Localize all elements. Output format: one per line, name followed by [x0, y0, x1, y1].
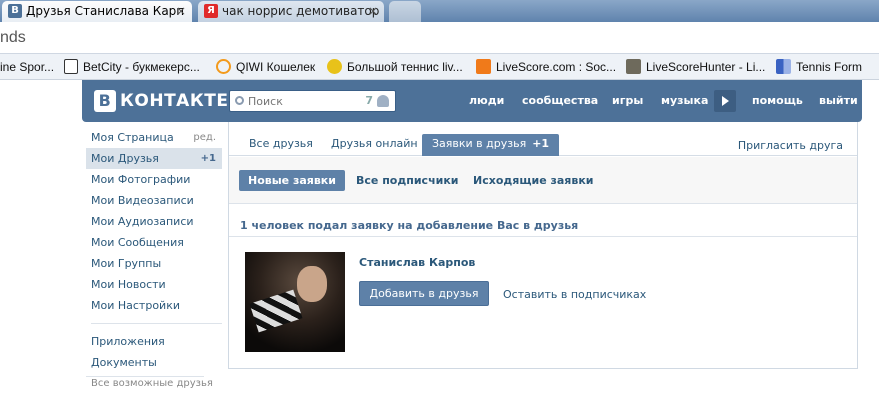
browser-tab-yandex[interactable]: Я чак норрис демотиватор × — [198, 1, 384, 22]
sidebar-item-apps[interactable]: Приложения — [86, 331, 222, 352]
browser-tab-vk[interactable]: B Друзья Станислава Карп × — [2, 1, 192, 22]
edit-link[interactable]: ред. — [193, 127, 216, 148]
betcity-icon — [64, 59, 78, 74]
add-friend-button[interactable]: Добавить в друзья — [359, 281, 489, 306]
new-tab-button[interactable] — [389, 1, 421, 22]
sidebar-item-label: Мои Настройки — [91, 299, 180, 312]
bookmark-label: Большой теннис liv... — [347, 60, 463, 74]
bookmark-label: BetCity - букмекерс... — [83, 60, 200, 74]
nav-music[interactable]: музыка — [661, 94, 708, 107]
vk-header: ВКОНТАКТЕ 7 люди сообщества игры музыка … — [82, 80, 862, 122]
sidebar-item-documents[interactable]: Документы — [86, 352, 222, 373]
bookmark-label: QIWI Кошелек — [236, 60, 316, 74]
close-tab-icon[interactable]: × — [368, 1, 378, 21]
possible-friends-link[interactable]: Все возможные друзья — [91, 378, 213, 389]
vk-logo-icon: В — [94, 90, 116, 112]
bookmark-item[interactable]: LiveScore.com : Soc... — [476, 59, 616, 75]
subtab-new-requests[interactable]: Новые заявки — [239, 170, 345, 191]
user-icon[interactable] — [377, 95, 389, 107]
requests-summary: 1 человек подал заявку на добавление Вас… — [240, 219, 579, 232]
sidebar-item-label: Документы — [91, 356, 157, 369]
bookmark-label: ine Spor... — [0, 60, 55, 74]
sidebar-item-my-audio[interactable]: Мои Аудиозаписи — [86, 211, 222, 232]
search-icon — [235, 96, 244, 105]
bookmark-item[interactable]: QIWI Кошелек — [216, 59, 315, 75]
close-tab-icon[interactable]: × — [176, 1, 186, 21]
subtab-all-followers[interactable]: Все подписчики — [347, 170, 468, 191]
sidebar-item-my-news[interactable]: Мои Новости — [86, 274, 222, 295]
sidebar-item-my-photos[interactable]: Мои Фотографии — [86, 169, 222, 190]
friends-panel: Все друзья Друзья онлайн Заявки в друзья… — [228, 122, 858, 369]
nav-help[interactable]: помощь — [752, 94, 803, 107]
bookmark-label: Tennis Form — [796, 60, 863, 74]
tab-friends-online[interactable]: Друзья онлайн — [321, 134, 428, 156]
tennis-ball-icon — [327, 59, 342, 74]
vk-logo-text: КОНТАКТЕ — [120, 91, 229, 111]
keep-follower-link[interactable]: Оставить в подписчиках — [503, 288, 646, 301]
address-text: nds — [0, 29, 26, 46]
vk-logo[interactable]: В КОНТАКТЕ — [94, 90, 228, 112]
bookmark-label: LiveScoreHunter - Li... — [646, 60, 766, 74]
bookmark-item[interactable]: LiveScoreHunter - Li... — [626, 59, 765, 75]
sidebar-item-label: Мои Друзья — [91, 152, 159, 165]
sidebar-item-label: Мои Сообщения — [91, 236, 184, 249]
face-shape — [297, 266, 327, 302]
livescore-icon — [476, 59, 491, 74]
bookmarks-bar: ine Spor... BetCity - букмекерс... QIWI … — [0, 54, 879, 80]
yandex-favicon-icon: Я — [204, 4, 218, 18]
qiwi-icon — [216, 59, 231, 74]
request-subtabs: Новые заявки Все подписчики Исходящие за… — [229, 157, 857, 204]
tennisform-icon — [776, 59, 791, 74]
nav-communities[interactable]: сообщества — [522, 94, 598, 107]
subtab-outgoing-requests[interactable]: Исходящие заявки — [464, 170, 603, 191]
bookmark-item[interactable]: Tennis Form — [776, 59, 862, 75]
sidebar-item-my-messages[interactable]: Мои Сообщения — [86, 232, 222, 253]
tab-label: Заявки в друзья — [432, 137, 527, 150]
sidebar-item-label: Приложения — [91, 335, 165, 348]
sidebar-menu: Моя Страница ред. Мои Друзья +1 Мои Фото… — [86, 127, 222, 373]
sidebar-divider — [91, 323, 222, 324]
search-box[interactable]: 7 — [229, 90, 396, 112]
sidebar-item-my-videos[interactable]: Мои Видеозаписи — [86, 190, 222, 211]
sidebar-divider — [86, 376, 204, 377]
play-icon[interactable] — [714, 90, 736, 112]
sidebar-item-my-friends[interactable]: Мои Друзья +1 — [86, 148, 222, 169]
sidebar-item-label: Мои Видеозаписи — [91, 194, 194, 207]
bookmark-item[interactable]: Большой теннис liv... — [327, 59, 463, 75]
clapperboard-icon — [249, 289, 303, 333]
tab-friend-requests[interactable]: Заявки в друзья +1 — [422, 134, 560, 156]
tab-all-friends[interactable]: Все друзья — [239, 134, 323, 156]
sidebar-item-label: Мои Новости — [91, 278, 166, 291]
requester-name[interactable]: Станислав Карпов — [359, 256, 475, 269]
sidebar-item-label: Моя Страница — [91, 131, 174, 144]
search-input[interactable] — [248, 93, 358, 109]
browser-tab-title: Друзья Станислава Карп — [26, 4, 185, 18]
sidebar-item-label: Мои Фотографии — [91, 173, 191, 186]
bookmark-label: LiveScore.com : Soc... — [496, 60, 617, 74]
summary-divider — [229, 236, 857, 237]
browser-tab-title: чак норрис демотиватор — [222, 4, 380, 18]
browser-tab-bar: B Друзья Станислава Карп × Я чак норрис … — [0, 0, 879, 22]
bookmark-item[interactable]: ine Spor... — [0, 59, 54, 75]
invite-friend-link[interactable]: Пригласить друга — [738, 139, 843, 152]
bookmark-item[interactable]: BetCity - букмекерс... — [64, 59, 200, 75]
livescorehunter-icon — [626, 59, 641, 74]
sidebar-item-label: Мои Аудиозаписи — [91, 215, 194, 228]
requests-badge: +1 — [532, 137, 550, 150]
nav-people[interactable]: люди — [469, 94, 504, 107]
sidebar-item-my-page[interactable]: Моя Страница ред. — [86, 127, 222, 148]
sidebar-item-label: Мои Группы — [91, 257, 162, 270]
sidebar-item-my-settings[interactable]: Мои Настройки — [86, 295, 222, 316]
sidebar-item-my-groups[interactable]: Мои Группы — [86, 253, 222, 274]
nav-games[interactable]: игры — [612, 94, 643, 107]
friends-online-count: 7 — [365, 94, 373, 107]
friends-tabs: Все друзья Друзья онлайн Заявки в друзья… — [229, 122, 857, 156]
friends-badge: +1 — [200, 153, 216, 164]
nav-logout[interactable]: выйти — [819, 94, 858, 107]
vk-favicon-icon: B — [8, 4, 22, 18]
address-bar[interactable]: nds — [0, 22, 879, 54]
avatar[interactable] — [245, 252, 345, 352]
